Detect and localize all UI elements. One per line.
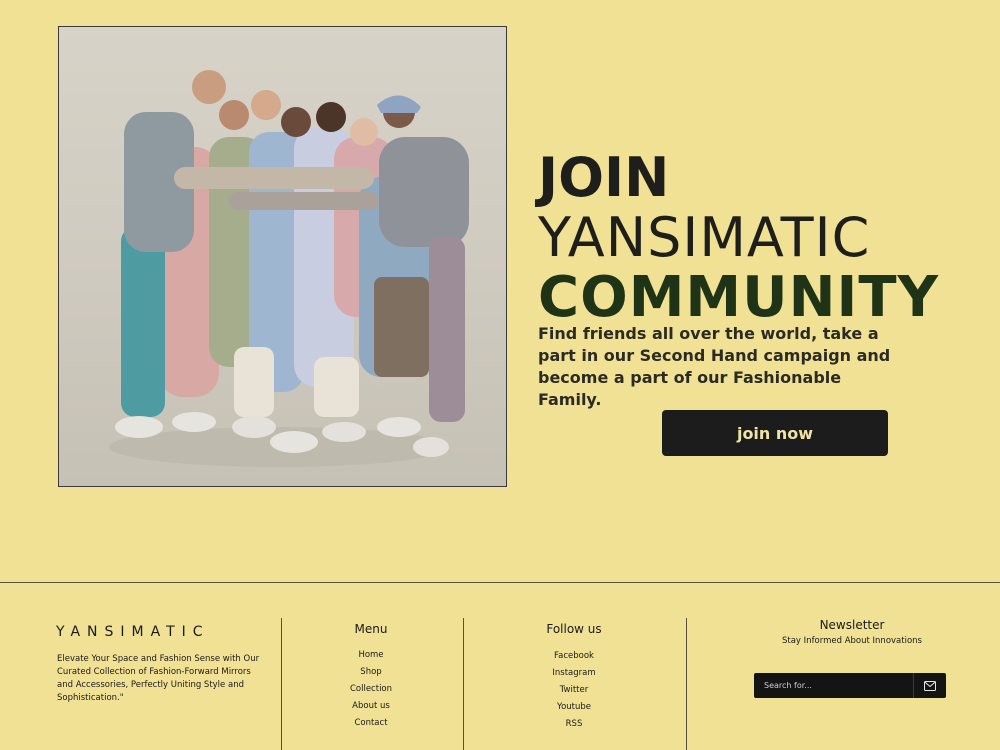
footer-follow-title: Follow us — [546, 622, 602, 636]
footer-brand-description: Elevate Your Space and Fashion Sense wit… — [57, 654, 260, 703]
newsletter-form — [754, 673, 946, 698]
hero-headline: JOIN YANSIMATIC COMMUNITY — [538, 148, 939, 328]
footer-follow-list: Facebook Instagram Twitter Youtube RSS — [494, 648, 654, 733]
join-now-button[interactable]: join now — [662, 410, 888, 456]
hero-tagline: Find friends all over the world, take a … — [538, 324, 891, 409]
footer-menu-item-about[interactable]: About us — [300, 698, 442, 715]
newsletter-submit-button[interactable] — [913, 673, 946, 698]
footer-menu-item-shop[interactable]: Shop — [300, 664, 442, 681]
headline-brand: YANSIMATIC — [538, 206, 871, 269]
footer-column-divider — [281, 618, 282, 750]
footer-follow-rss[interactable]: RSS — [494, 716, 654, 733]
newsletter-title: Newsletter — [819, 618, 885, 632]
newsletter-search-input[interactable] — [754, 673, 913, 698]
footer-menu-list: Home Shop Collection About us Contact — [300, 647, 442, 732]
footer-menu-title: Menu — [354, 622, 388, 636]
newsletter-subtitle: Stay Informed About Innovations — [782, 636, 922, 646]
footer-menu-item-home[interactable]: Home — [300, 647, 442, 664]
headline-join: JOIN — [538, 146, 670, 209]
mail-icon — [924, 680, 936, 691]
headline-community: COMMUNITY — [538, 265, 940, 330]
footer-follow-twitter[interactable]: Twitter — [494, 682, 654, 699]
footer-follow-instagram[interactable]: Instagram — [494, 665, 654, 682]
footer-column-divider — [463, 618, 464, 750]
footer-divider — [0, 582, 1000, 583]
footer-follow-youtube[interactable]: Youtube — [494, 699, 654, 716]
footer-brand-logo: YANSIMATIC — [56, 624, 210, 640]
footer-menu-item-contact[interactable]: Contact — [300, 715, 442, 732]
footer-column-divider — [686, 618, 687, 750]
footer-follow-facebook[interactable]: Facebook — [494, 648, 654, 665]
hero-photo — [58, 26, 507, 487]
footer-menu-item-collection[interactable]: Collection — [300, 681, 442, 698]
group-photo-illustration — [109, 70, 469, 467]
